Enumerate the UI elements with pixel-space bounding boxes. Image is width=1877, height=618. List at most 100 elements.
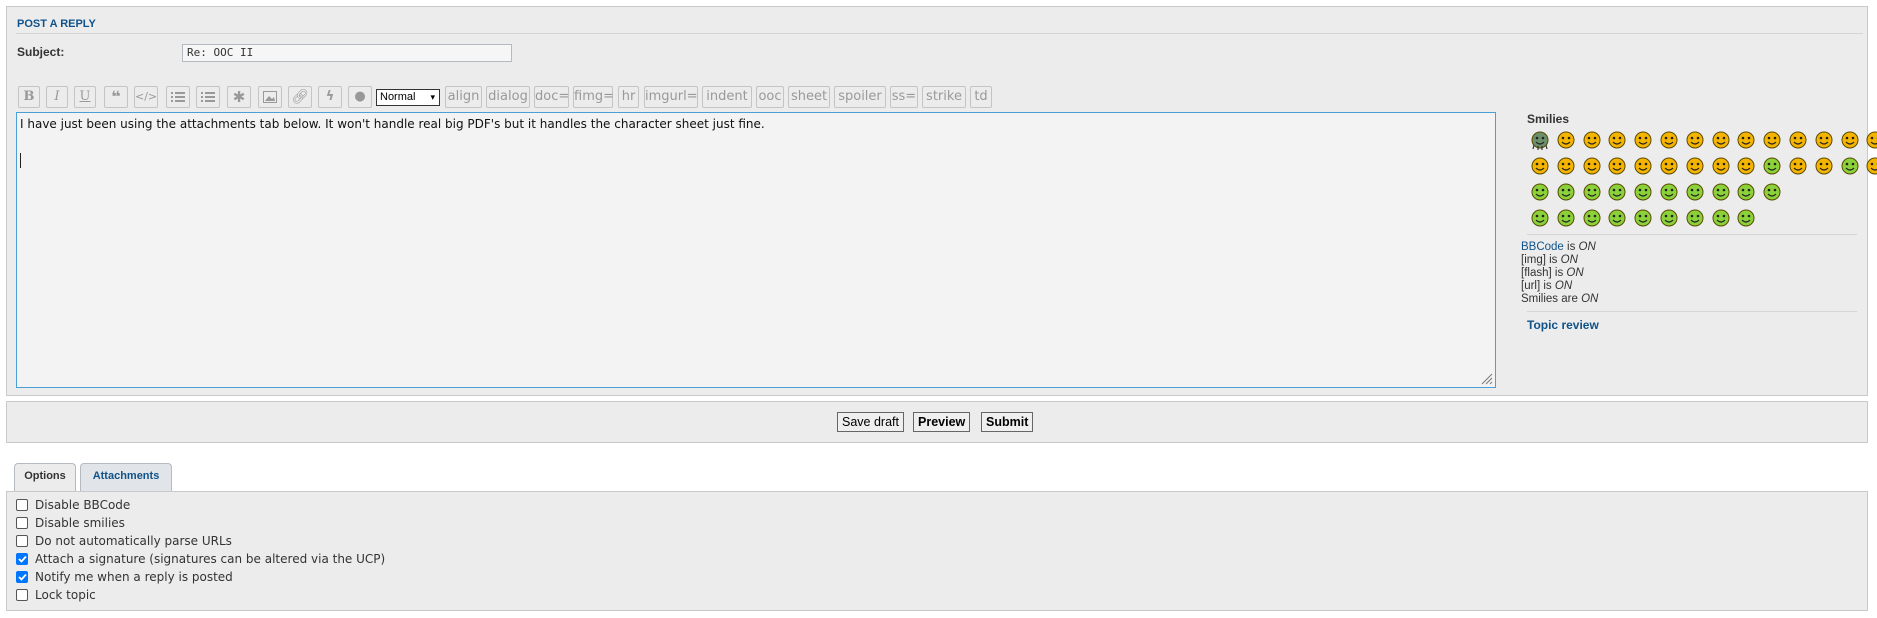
align-button[interactable]: align <box>445 86 482 108</box>
smiley-icon[interactable] <box>1736 182 1756 202</box>
strike-button[interactable]: strike <box>922 86 966 108</box>
tab-attachments[interactable]: Attachments <box>80 463 172 491</box>
smiley-icon[interactable] <box>1685 156 1705 176</box>
code-button[interactable]: </> <box>134 86 158 108</box>
smiley-icon[interactable] <box>1814 130 1834 150</box>
smiley-icon[interactable] <box>1530 182 1550 202</box>
doc-button[interactable]: doc= <box>534 86 569 108</box>
resize-grip-icon[interactable] <box>1481 373 1493 385</box>
smiley-icon[interactable] <box>1685 182 1705 202</box>
numbered-list-icon <box>201 92 215 102</box>
option-checkbox[interactable] <box>16 535 28 547</box>
indent-button[interactable]: indent <box>702 86 752 108</box>
smiley-icon[interactable] <box>1659 156 1679 176</box>
sheet-button[interactable]: sheet <box>788 86 830 108</box>
smiley-icon[interactable] <box>1582 208 1602 228</box>
option-checkbox[interactable] <box>16 571 28 583</box>
smiley-icon[interactable] <box>1582 182 1602 202</box>
color-button[interactable]: ● <box>348 86 372 108</box>
smiley-icon[interactable] <box>1530 156 1550 176</box>
option-checkbox[interactable] <box>16 499 28 511</box>
smilies-title: Smilies <box>1527 112 1570 126</box>
smiley-icon[interactable] <box>1659 130 1679 150</box>
option-label: Lock topic <box>35 588 96 602</box>
smiley-icon[interactable] <box>1556 130 1576 150</box>
font-size-select[interactable]: Normal ▾ <box>376 89 440 106</box>
status-url: [url] is ON <box>1521 280 1573 292</box>
list-button[interactable] <box>166 86 190 108</box>
hr-button[interactable]: hr <box>618 86 639 108</box>
smiley-icon[interactable] <box>1711 156 1731 176</box>
smiley-icon[interactable] <box>1530 208 1550 228</box>
flash-button[interactable]: ϟ <box>318 86 342 108</box>
smiley-icon[interactable] <box>1607 130 1627 150</box>
smiley-icon[interactable] <box>1659 182 1679 202</box>
ooc-button[interactable]: ooc <box>756 86 784 108</box>
smiley-icon[interactable] <box>1840 156 1860 176</box>
numbered-list-button[interactable] <box>196 86 220 108</box>
smiley-icon[interactable] <box>1762 130 1782 150</box>
smiley-icon[interactable] <box>1556 208 1576 228</box>
smiley-icon[interactable] <box>1711 182 1731 202</box>
bbcode-link[interactable]: BBCode <box>1521 241 1564 253</box>
image-button[interactable] <box>258 86 282 108</box>
list-item-button[interactable]: ✱ <box>227 86 251 108</box>
smiley-icon[interactable] <box>1788 156 1808 176</box>
tab-options[interactable]: Options <box>14 463 76 491</box>
smiley-icon[interactable] <box>1762 156 1782 176</box>
smiley-icon[interactable] <box>1788 130 1808 150</box>
quote-button[interactable]: ❝ <box>104 86 128 108</box>
bold-button[interactable]: B <box>18 86 40 108</box>
save-draft-button[interactable]: Save draft <box>837 412 904 432</box>
td-button[interactable]: td <box>970 86 992 108</box>
smiley-icon[interactable] <box>1633 130 1653 150</box>
smiley-icon[interactable] <box>1736 208 1756 228</box>
color-icon: ● <box>354 89 366 104</box>
smiley-icon[interactable] <box>1633 156 1653 176</box>
status-img: [img] is ON <box>1521 254 1578 266</box>
quote-icon: ❝ <box>111 87 121 106</box>
option-checkbox[interactable] <box>16 553 28 565</box>
italic-icon: I <box>54 89 60 104</box>
smiley-icon[interactable] <box>1736 156 1756 176</box>
imgurl-button[interactable]: imgurl= <box>644 86 698 108</box>
smiley-icon[interactable] <box>1607 156 1627 176</box>
smiley-icon[interactable] <box>1736 130 1756 150</box>
italic-button[interactable]: I <box>46 86 68 108</box>
fimg-button[interactable]: fimg= <box>573 86 614 108</box>
smiley-icon[interactable] <box>1814 156 1834 176</box>
smiley-icon[interactable] <box>1582 156 1602 176</box>
chevron-down-icon: ▾ <box>430 92 435 102</box>
smiley-icon[interactable] <box>1840 130 1860 150</box>
smiley-icon[interactable] <box>1633 208 1653 228</box>
smiley-icon[interactable] <box>1530 130 1550 150</box>
ss-button[interactable]: ss= <box>890 86 918 108</box>
submit-button[interactable]: Submit <box>981 412 1034 432</box>
underline-button[interactable]: U <box>74 86 96 108</box>
smiley-icon[interactable] <box>1607 208 1627 228</box>
smiley-icon[interactable] <box>1633 182 1653 202</box>
topic-review-link[interactable]: Topic review <box>1527 318 1599 332</box>
preview-button[interactable]: Preview <box>913 412 971 432</box>
smiley-icon[interactable] <box>1582 130 1602 150</box>
option-checkbox[interactable] <box>16 517 28 529</box>
bold-icon: B <box>23 89 35 104</box>
subject-input[interactable]: Re: OOC II <box>182 44 512 62</box>
smiley-icon[interactable] <box>1762 182 1782 202</box>
smiley-icon[interactable] <box>1556 182 1576 202</box>
option-checkbox[interactable] <box>16 589 28 601</box>
sidebar-divider <box>1527 234 1857 235</box>
smiley-icon[interactable] <box>1556 156 1576 176</box>
dialog-button[interactable]: dialog <box>486 86 530 108</box>
smiley-icon[interactable] <box>1865 156 1877 176</box>
message-textarea[interactable]: I have just been using the attachments t… <box>16 112 1496 388</box>
smiley-icon[interactable] <box>1711 208 1731 228</box>
smiley-icon[interactable] <box>1685 208 1705 228</box>
smiley-icon[interactable] <box>1685 130 1705 150</box>
spoiler-button[interactable]: spoiler <box>834 86 886 108</box>
smiley-icon[interactable] <box>1865 130 1877 150</box>
smiley-icon[interactable] <box>1711 130 1731 150</box>
link-button[interactable]: 🔗︎ <box>288 86 312 108</box>
smiley-icon[interactable] <box>1659 208 1679 228</box>
smiley-icon[interactable] <box>1607 182 1627 202</box>
